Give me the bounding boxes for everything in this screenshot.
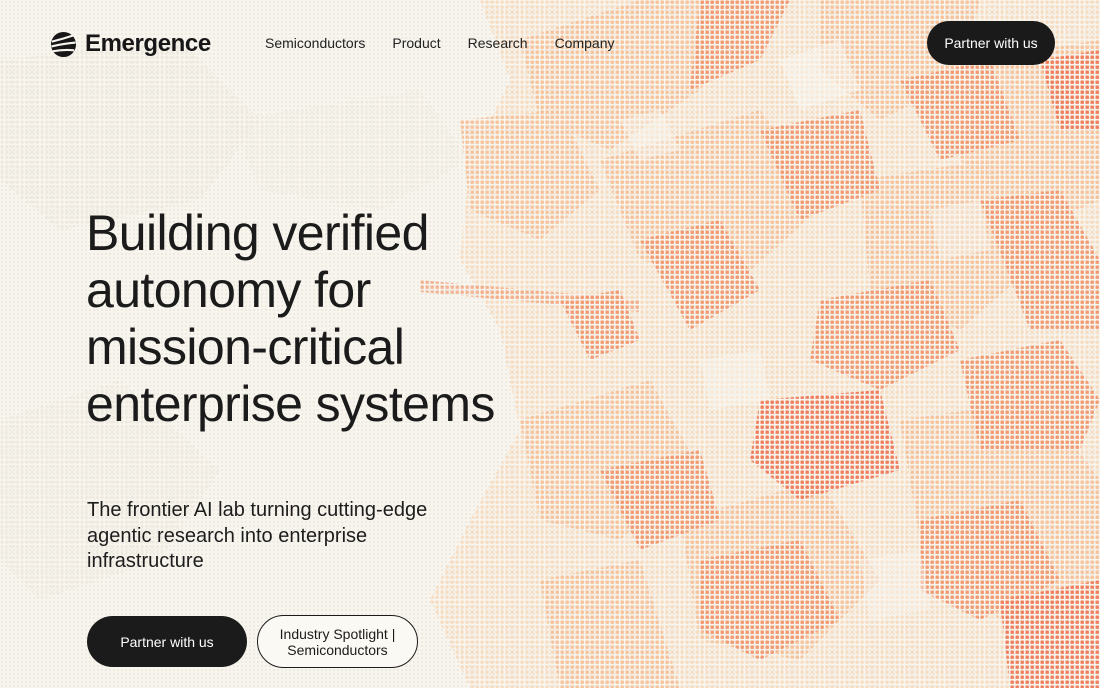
hero-subtitle-line: infrastructure — [87, 550, 204, 572]
emergence-logo-icon — [50, 31, 77, 57]
nav-item-company[interactable]: Company — [555, 35, 615, 51]
hero-title-line: Building verified — [86, 205, 429, 261]
hero-subtitle: The frontier AI lab turning cutting-edge… — [87, 498, 487, 575]
site-header: Emergence Semiconductors Product Researc… — [0, 0, 1100, 86]
logo[interactable]: Emergence — [50, 29, 211, 59]
main-nav: Semiconductors Product Research Company — [265, 35, 614, 51]
hero-subtitle-line: agentic research into enterprise — [87, 524, 368, 547]
hero-title-line: autonomy for — [86, 262, 371, 318]
nav-item-semiconductors[interactable]: Semiconductors — [265, 35, 365, 51]
brand-name: Emergence — [85, 30, 211, 57]
nav-item-product[interactable]: Product — [392, 35, 440, 51]
hero-partner-button[interactable]: Partner with us — [87, 616, 247, 667]
industry-spotlight-button[interactable]: Industry Spotlight | Semiconductors — [257, 615, 418, 668]
industry-spotlight-label-line: Industry Spotlight | — [279, 625, 396, 642]
hero-title-line: enterprise systems — [86, 376, 495, 432]
nav-item-research[interactable]: Research — [468, 35, 528, 51]
header-partner-button[interactable]: Partner with us — [927, 21, 1055, 65]
hero-title: Building verified autonomy for mission-c… — [86, 205, 606, 433]
industry-spotlight-label-line: Semiconductors — [287, 641, 388, 658]
hero-title-line: mission-critical — [86, 319, 405, 375]
hero-subtitle-line: The frontier AI lab turning cutting-edge — [87, 499, 428, 521]
